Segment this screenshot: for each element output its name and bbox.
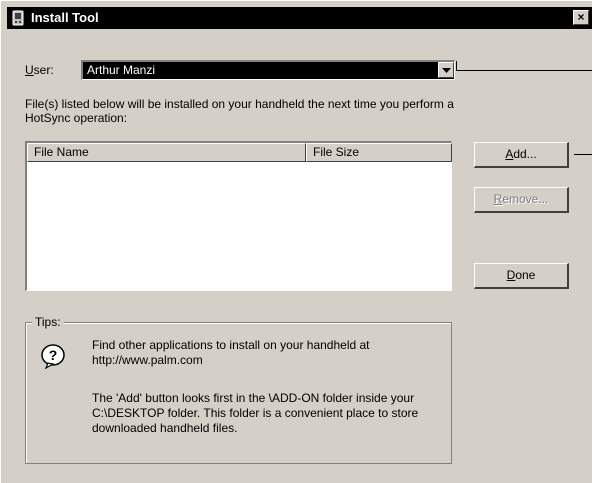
callout-line-user — [456, 70, 592, 71]
done-accel: D — [506, 268, 516, 282]
close-button[interactable]: × — [573, 10, 589, 25]
remove-accel: R — [493, 192, 503, 206]
svg-text:?: ? — [49, 347, 58, 363]
user-label-accel: U — [25, 63, 34, 77]
tips-label: Tips: — [32, 315, 64, 329]
close-icon: × — [577, 10, 585, 24]
title-bar[interactable]: Install Tool × — [7, 7, 592, 29]
question-icon: ? — [40, 343, 66, 370]
tips-group: Tips: ? Find other applications to insta… — [25, 315, 452, 464]
tip-text-2: The 'Add' button looks first in the \ADD… — [92, 391, 419, 435]
user-label: User: — [25, 63, 54, 77]
install-tool-window: Install Tool × User: Arthur Manzi File(s… — [0, 0, 592, 483]
file-list-header: File Name File Size — [27, 143, 452, 162]
add-button[interactable]: Add... — [474, 142, 569, 168]
column-header-file-name[interactable]: File Name — [27, 143, 306, 162]
window-title: Install Tool — [31, 10, 99, 25]
tip-text-1: Find other applications to install on yo… — [92, 338, 370, 367]
file-list[interactable]: File Name File Size — [25, 141, 452, 291]
done-label-rest: one — [515, 268, 536, 282]
dropdown-button[interactable] — [438, 62, 454, 78]
done-button[interactable]: Done — [474, 263, 569, 289]
add-label-rest: dd... — [513, 147, 537, 161]
chevron-down-icon — [442, 68, 451, 73]
palm-handheld-icon — [10, 10, 26, 26]
callout-line-add — [574, 154, 592, 155]
column-header-file-size[interactable]: File Size — [306, 143, 452, 162]
remove-label-rest: emove... — [502, 192, 549, 206]
remove-button[interactable]: Remove... — [474, 187, 569, 213]
user-label-rest: ser: — [33, 63, 54, 77]
user-dropdown[interactable]: Arthur Manzi — [81, 60, 455, 80]
install-description: File(s) listed below will be installed o… — [25, 97, 454, 125]
user-dropdown-value: Arthur Manzi — [87, 63, 156, 77]
callout-line-user-tick — [456, 61, 457, 71]
